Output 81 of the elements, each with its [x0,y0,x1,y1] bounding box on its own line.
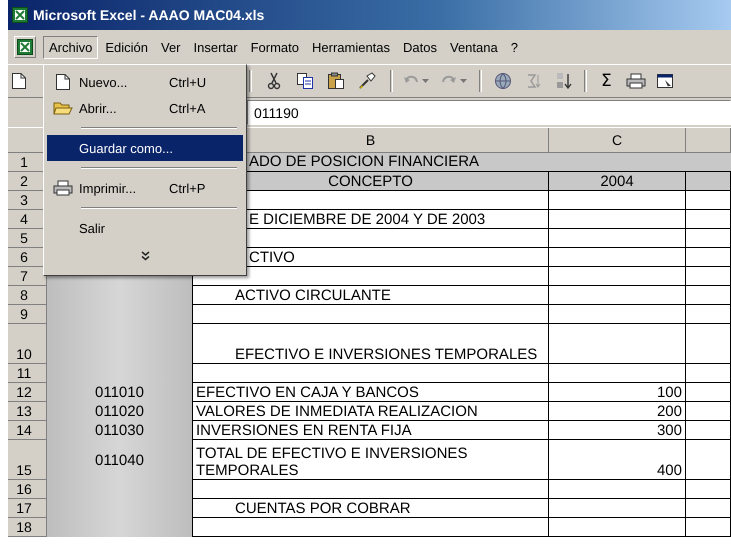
menu-item[interactable]: Guardar como... [47,135,243,161]
sum-button[interactable]: Σ [599,72,614,90]
expand-menu-icon[interactable] [140,251,150,261]
table-cell: INVERSIONES EN RENTA FIJA [193,421,549,440]
brush-icon[interactable] [358,72,376,90]
table-cell: TOTAL DE EFECTIVO E INVERSIONES TEMPORALES [193,440,549,480]
column-header[interactable]: C [549,128,686,153]
row-header[interactable]: 12 [8,383,47,402]
row-header[interactable]: 18 [8,518,47,537]
caret-icon[interactable] [460,79,467,83]
table-cell [686,480,731,499]
table-cell [686,248,731,267]
row-header[interactable]: 9 [8,305,47,324]
table-cell [686,324,731,364]
table-cell [686,421,731,440]
formula-field[interactable]: 011190 [247,100,731,125]
row-header[interactable]: 11 [8,364,47,383]
table-cell [686,210,731,229]
table-cell: 011040 [47,440,193,480]
table-cell [686,518,731,537]
table-cell [686,440,731,480]
menu-item[interactable]: Ver [155,36,187,58]
copy-icon[interactable] [296,72,314,90]
table-cell [686,267,731,286]
table-cell: 011030 [47,421,193,440]
row-header[interactable]: 17 [8,499,47,518]
table-cell: 011010 [47,383,193,402]
spreadsheet-icon [17,39,33,55]
document-icon-button[interactable] [14,36,36,58]
properties-icon[interactable] [656,72,674,90]
menu-item[interactable]: Datos [397,36,443,58]
row-header[interactable]: 14 [8,421,47,440]
caret-icon[interactable] [422,79,429,83]
table-cell: ACTIVO CIRCULANTE [193,286,549,305]
row-header[interactable]: 16 [8,480,47,499]
folder-icon [53,100,73,116]
table-cell: 200 [549,402,686,421]
row-header[interactable]: 7 [8,267,47,286]
row-header[interactable]: 15 [8,440,47,480]
menu-item[interactable]: Imprimir... Ctrl+P [47,175,243,201]
column-header[interactable] [686,128,731,153]
menu-item[interactable]: ? [504,36,524,58]
table-cell: 011020 [47,402,193,421]
cut-icon[interactable] [266,72,282,90]
new-document-icon[interactable] [11,72,27,90]
table-cell [686,383,731,402]
menu-item[interactable]: Formato [244,36,305,58]
menu-item[interactable]: Archivo [43,36,98,58]
table-cell: VALORES DE INMEDIATA REALIZACION [193,402,549,421]
sort-descending-icon[interactable] [556,72,572,90]
table-cell: CUENTAS POR COBRAR [193,499,549,518]
window-title: Microsoft Excel - AAAO MAC04.xls [33,7,264,23]
menu-item[interactable]: Edición [99,36,154,58]
table-cell [686,286,731,305]
table-cell: 400 [549,440,686,480]
new-document-icon [55,73,71,91]
menu-item[interactable]: Herramientas [306,36,396,58]
row-header[interactable]: 8 [8,286,47,305]
menu-item[interactable]: Abrir... Ctrl+A [47,95,243,121]
table-cell: EFECTIVO E INVERSIONES TEMPORALES [193,324,549,364]
table-cell [686,402,731,421]
menu-item[interactable]: Insertar [188,36,244,58]
table-cell: 100 [549,383,686,402]
table-cell [686,305,731,324]
globe-icon[interactable] [494,72,512,90]
print-icon [53,180,73,196]
menu-item[interactable]: Nuevo... Ctrl+U [47,69,243,95]
table-cell [686,191,731,210]
row-header[interactable]: 10 [8,324,47,364]
spreadsheet-icon [12,7,28,23]
table-cell [686,229,731,248]
table-cell: 300 [549,421,686,440]
menu-item[interactable]: Ventana [444,36,504,58]
paste-icon[interactable] [327,72,345,90]
print-icon[interactable] [626,73,646,89]
table-cell [686,364,731,383]
table-cell [686,499,731,518]
table-cell: EFECTIVO EN CAJA Y BANCOS [193,383,549,402]
row-header[interactable]: 13 [8,402,47,421]
table-cell [686,172,731,191]
table-cell: 2004 [549,172,686,191]
